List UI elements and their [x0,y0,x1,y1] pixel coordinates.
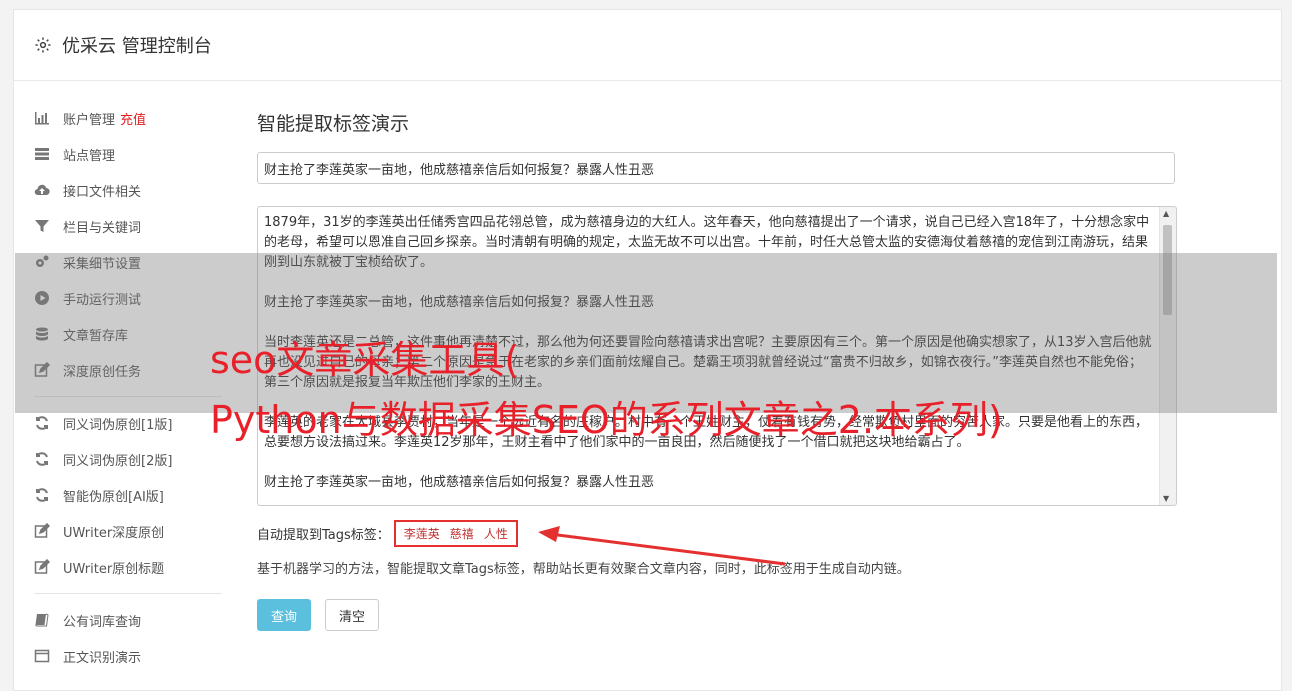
refresh-icon [34,415,50,431]
sidebar-divider [34,593,222,594]
sidebar-item-synonym-v2[interactable]: 同义词伪原创[2版] [34,441,224,477]
cloud-upload-icon [34,182,50,198]
page-title: 智能提取标签演示 [257,113,410,135]
sidebar-item-label: 接口文件相关 [63,184,142,200]
tag: 李莲英 [403,526,440,541]
console-title: 优采云 管理控制台 [62,36,212,57]
overlay-title-line1: seo文章采集工具( [210,338,520,382]
query-button[interactable]: 查询 [257,599,311,631]
edit-icon [34,559,50,575]
refresh-icon [34,451,50,467]
tags-box: 李莲英 慈禧 人性 [393,519,518,547]
action-buttons: 查询 清空 [257,599,1177,631]
scroll-down-icon[interactable]: ▼ [1163,494,1169,503]
tag: 慈禧 [449,526,474,541]
sidebar-item-interface[interactable]: 接口文件相关 [34,172,224,208]
sidebar-item-label: UWriter原创标题 [63,561,165,577]
sidebar-item-label: UWriter深度原创 [63,525,165,541]
gear-icon [34,36,52,54]
sidebar-item-sites[interactable]: 站点管理 [34,136,224,172]
sidebar-item-label: 栏目与关键词 [63,220,142,236]
sidebar-item-public-lexicon[interactable]: 公有词库查询 [34,602,224,638]
sidebar-item-label: 智能伪原创[AI版] [63,489,164,505]
tag: 人性 [483,526,508,541]
sidebar-item-body-detect[interactable]: 正文识别演示 [34,638,224,674]
sidebar-item-label: 正文识别演示 [63,650,142,666]
sidebar-item-label: 同义词伪原创[1版] [63,417,173,433]
sidebar-item-label: 账户管理 [63,112,116,128]
sidebar-item-label: 公有词库查询 [63,614,142,630]
sidebar-item-label: 同义词伪原创[2版] [63,453,173,469]
article-title-input[interactable]: 财主抢了李莲英家一亩地，他成慈禧亲信后如何报复？暴露人性丑恶 [257,152,1175,184]
sidebar-item-uwriter-deep[interactable]: UWriter深度原创 [34,513,224,549]
server-icon [34,146,50,162]
clear-button[interactable]: 清空 [325,599,379,631]
bar-chart-icon [34,110,50,126]
sidebar-item-uwriter-title[interactable]: UWriter原创标题 [34,549,224,585]
window-icon [34,648,50,664]
annotation-arrow [538,526,786,566]
overlay-title-line2: Python与数据采集SEO的系列文章之2.本系列) [210,398,1003,442]
overlay-band [15,253,1277,413]
recharge-link[interactable]: 充值 [120,109,146,128]
tags-label: 自动提取到Tags标签： [257,527,390,543]
sidebar-item-ai-rewrite[interactable]: 智能伪原创[AI版] [34,477,224,513]
book-icon [34,612,50,628]
edit-icon [34,523,50,539]
header: 优采云 管理控制台 [14,10,1281,81]
sidebar-item-label: 站点管理 [63,148,116,164]
refresh-icon [34,487,50,503]
article-paragraph: 财主抢了李莲英家一亩地，他成慈禧亲信后如何报复？暴露人性丑恶 [264,475,655,490]
sidebar-item-columns[interactable]: 栏目与关键词 [34,208,224,244]
filter-icon [34,218,50,234]
scroll-up-icon[interactable]: ▲ [1163,209,1169,218]
sidebar-item-account[interactable]: 账户管理 充值 [34,100,224,136]
